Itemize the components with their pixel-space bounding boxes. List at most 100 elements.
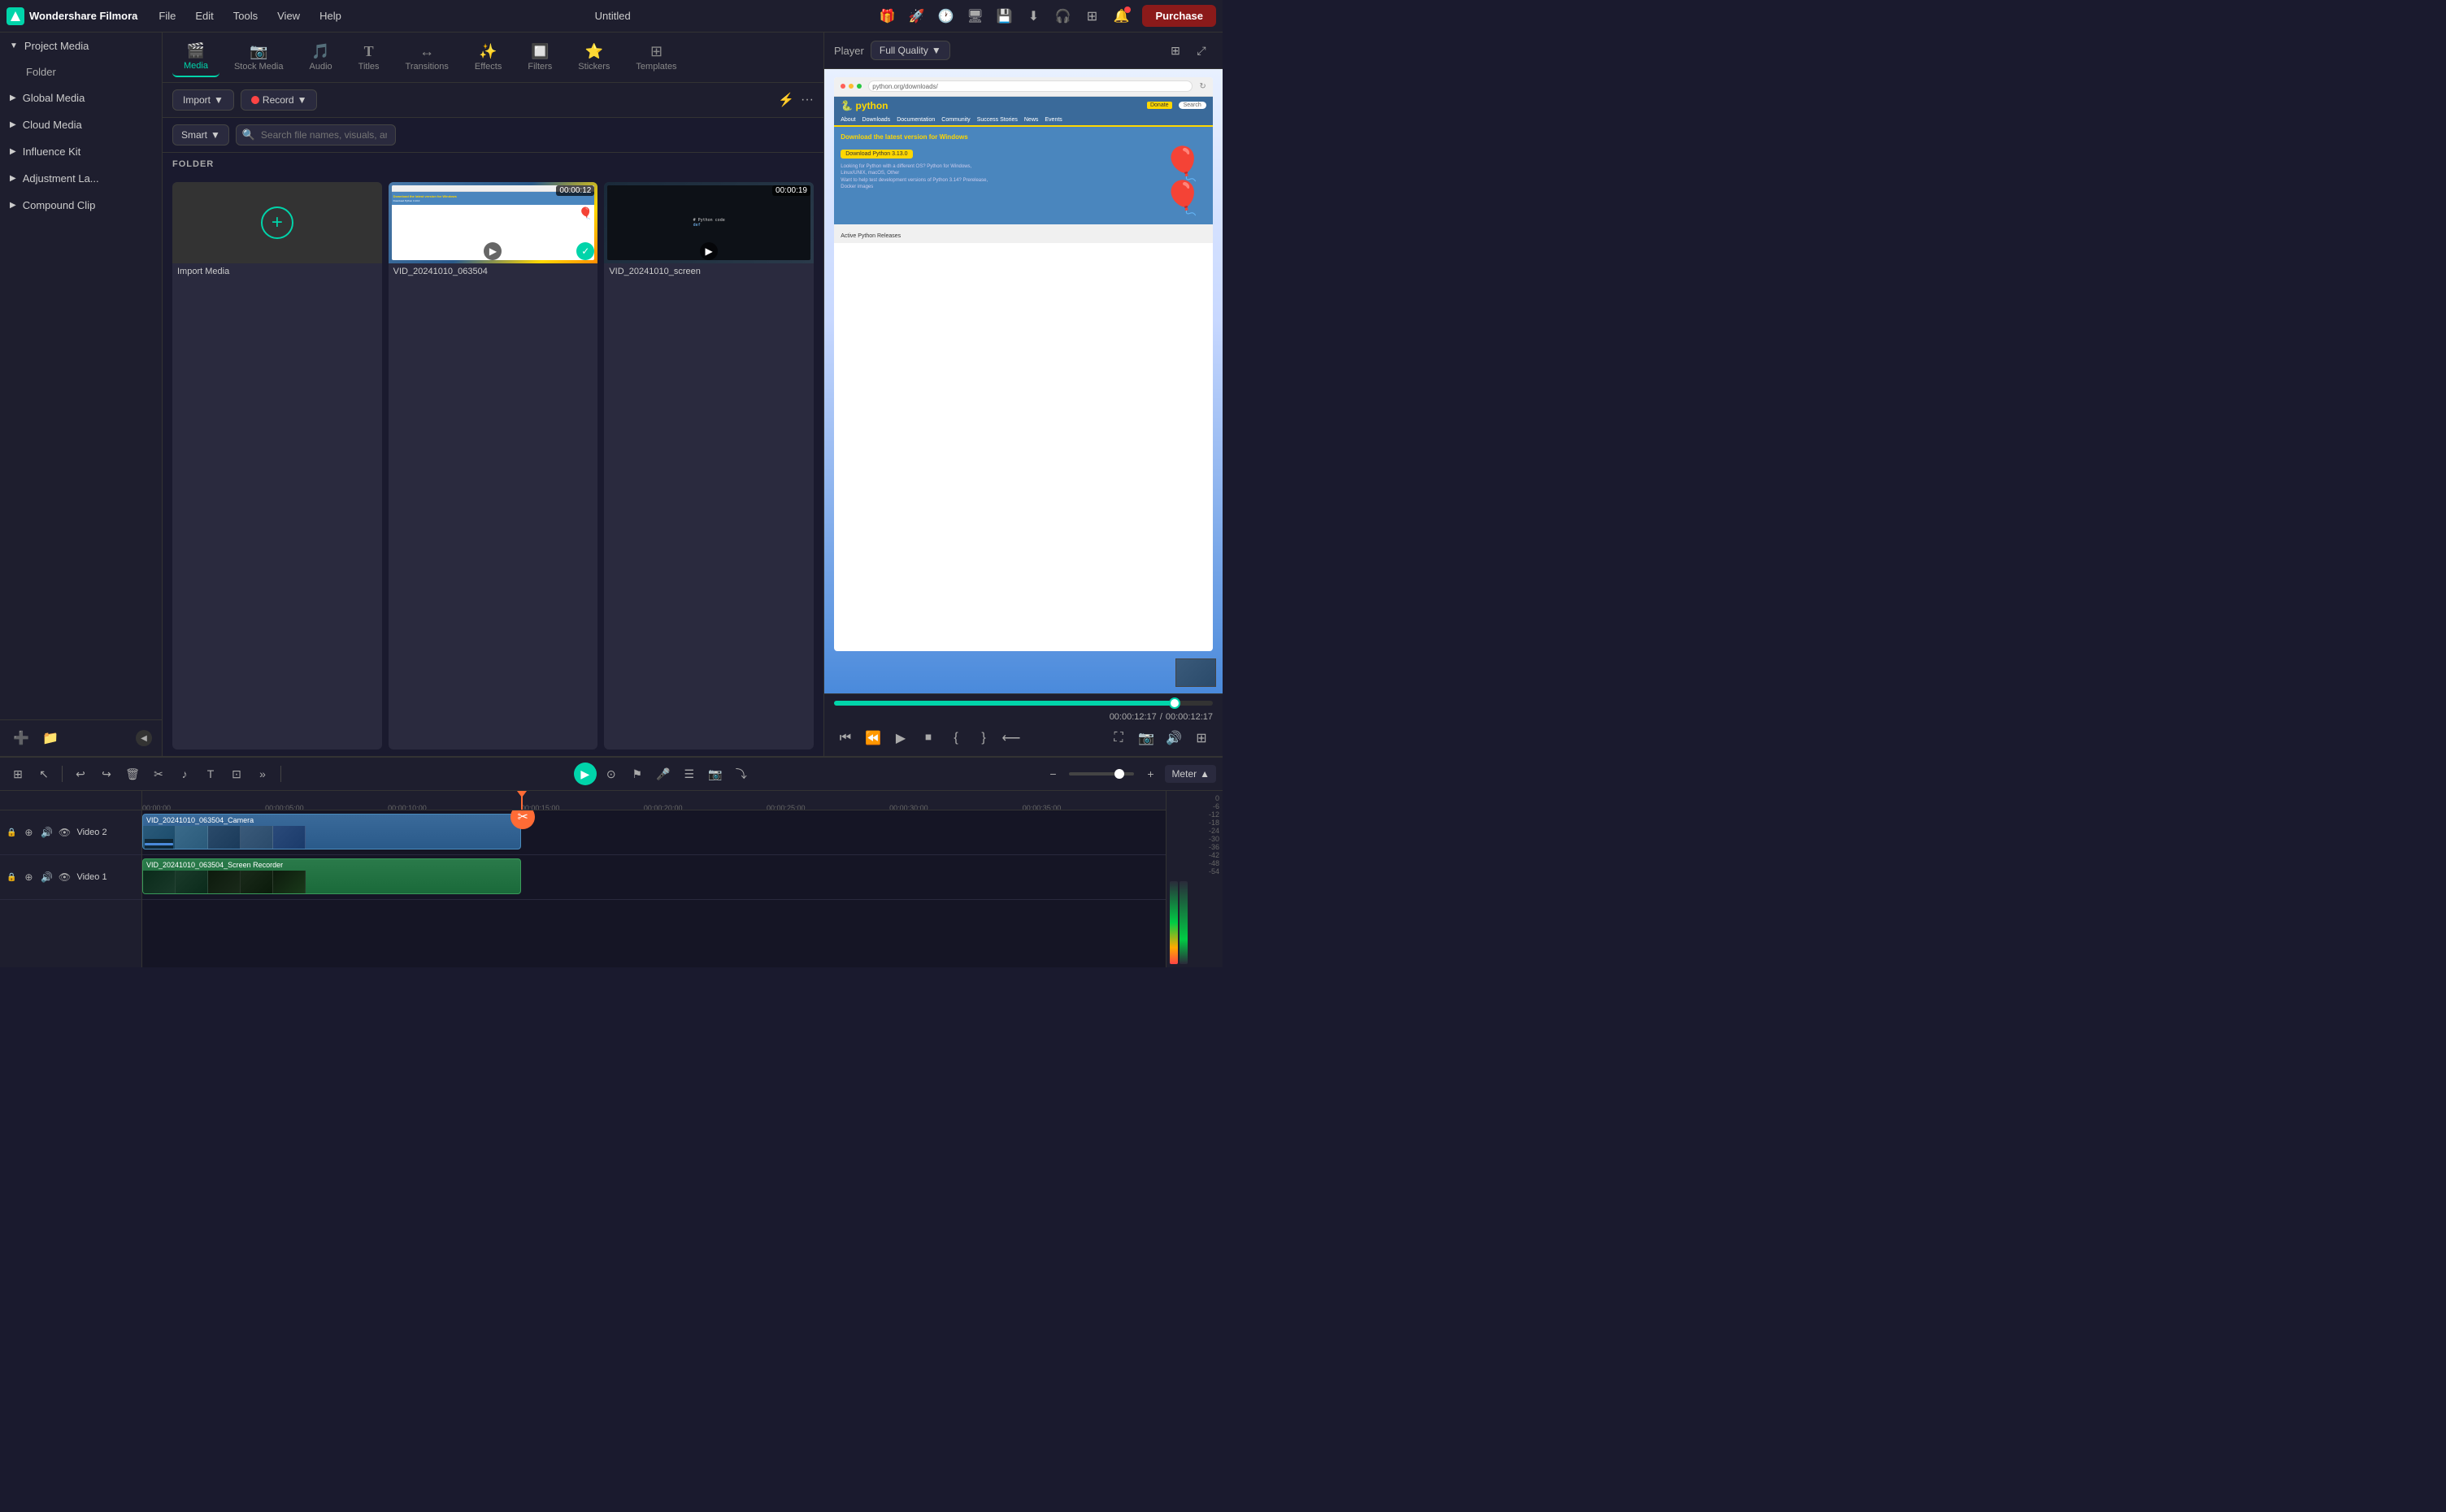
purchase-button[interactable]: Purchase (1142, 5, 1216, 27)
tl-cam-button[interactable]: 📷 (704, 763, 727, 785)
more-options-icon[interactable]: ··· (801, 93, 814, 107)
tl-insert-button[interactable]: ⤵ (730, 763, 753, 785)
tab-effects[interactable]: ✨ Effects (463, 38, 513, 76)
ruler-spacer (0, 791, 141, 810)
frame-back-button[interactable]: ⏪ (862, 727, 884, 749)
text-button[interactable]: T (199, 763, 222, 785)
smart-select[interactable]: Smart ▼ (172, 124, 229, 146)
left-sidebar: ▼ Project Media Folder ▶ Global Media ▶ … (0, 33, 163, 756)
add-media-button[interactable]: + (261, 206, 293, 239)
audio-button[interactable]: ♪ (173, 763, 196, 785)
volume-button[interactable]: 🔊 (1162, 727, 1185, 749)
tl-mic-button[interactable]: 🎤 (652, 763, 675, 785)
quality-select[interactable]: Full Quality ▼ (871, 41, 950, 60)
select-tool[interactable]: ↖ (33, 763, 55, 785)
tab-stickers[interactable]: ⭐ Stickers (567, 38, 621, 76)
tl-dots-button[interactable]: ⊙ (600, 763, 623, 785)
track2-add-icon[interactable]: ⊕ (21, 825, 36, 840)
zoom-in-button[interactable]: + (1139, 763, 1162, 785)
settings-button[interactable]: ⊞ (1190, 727, 1213, 749)
tab-titles[interactable]: T Titles (347, 38, 391, 76)
cut-button[interactable]: ✂ (147, 763, 170, 785)
more-button[interactable]: » (251, 763, 274, 785)
track-label-video1: 🔒 ⊕ 🔊 👁 Video 1 (0, 855, 141, 900)
track1-eye-icon[interactable]: 👁 (57, 870, 72, 884)
notification-icon[interactable]: 🔔 (1110, 5, 1132, 28)
sidebar-item-compound-clip[interactable]: ▶ Compound Clip (0, 192, 162, 219)
mark-in-button[interactable]: { (945, 727, 967, 749)
track1-volume-icon[interactable]: 🔊 (39, 870, 54, 884)
import-media-item[interactable]: + Import Media (172, 182, 382, 749)
folder-icon[interactable]: 📁 (39, 727, 62, 749)
tl-flag-button[interactable]: ⚑ (626, 763, 649, 785)
fullscreen-button[interactable]: ⛶ (1107, 727, 1130, 749)
sidebar-item-project-media[interactable]: ▼ Project Media (0, 33, 162, 59)
media-item-vid2[interactable]: # Python code def 00:00:19 ▶ VID_2024101… (604, 182, 814, 749)
track2-volume-icon[interactable]: 🔊 (39, 825, 54, 840)
sidebar-item-global-media[interactable]: ▶ Global Media (0, 85, 162, 111)
track-clip-screen[interactable]: VID_20241010_063504_Screen Recorder (142, 858, 521, 894)
grid-icon[interactable]: ⊞ (1080, 5, 1103, 28)
record-button[interactable]: Record ▼ (241, 89, 318, 111)
save-icon[interactable]: 💾 (993, 5, 1015, 28)
sidebar-item-folder[interactable]: Folder (0, 59, 162, 85)
import-button[interactable]: Import ▼ (172, 89, 234, 111)
tl-play-button[interactable]: ▶ (574, 763, 597, 785)
menu-help[interactable]: Help (311, 7, 350, 25)
expand-view-icon[interactable]: ⤢ (1190, 39, 1213, 62)
sidebar-item-influence-kit[interactable]: ▶ Influence Kit (0, 138, 162, 165)
track2-eye-icon[interactable]: 👁 (57, 825, 72, 840)
menu-tools[interactable]: Tools (225, 7, 266, 25)
scissors-badge[interactable]: ✂ (510, 810, 535, 829)
send-icon[interactable]: 🚀 (905, 5, 928, 28)
undo-button[interactable]: ↩ (69, 763, 92, 785)
tab-transitions[interactable]: ↔ Transitions (394, 38, 460, 76)
arrow-icon: ▶ (10, 201, 16, 210)
python-preview: python.org/downloads/ ↻ 🐍 python Donate … (824, 69, 1223, 693)
grid-view-icon[interactable]: ⊞ (1164, 39, 1187, 62)
crop-button[interactable]: ⊡ (225, 763, 248, 785)
track1-add-icon[interactable]: ⊕ (21, 870, 36, 884)
track-clip-camera[interactable]: VID_20241010_063504_Camera (142, 814, 521, 849)
tab-media[interactable]: 🎬 Media (172, 37, 219, 77)
snapshot-button[interactable]: 📷 (1135, 727, 1158, 749)
menu-edit[interactable]: Edit (187, 7, 221, 25)
media-item-vid1[interactable]: Download the latest version for Windows … (389, 182, 598, 749)
add-folder-icon[interactable]: ➕ (10, 727, 33, 749)
vid1-thumb: Download the latest version for Windows … (389, 182, 598, 263)
tab-filters[interactable]: 🔲 Filters (516, 38, 563, 76)
meter-button[interactable]: Meter ▲ (1165, 765, 1216, 783)
monitor-icon[interactable]: 🖥 (963, 5, 986, 28)
mark-out-button[interactable]: } (972, 727, 995, 749)
progress-bar[interactable] (834, 701, 1213, 706)
zoom-slider[interactable] (1069, 772, 1134, 776)
trim-button[interactable]: ⟵ (1000, 727, 1023, 749)
vid1-play-icon[interactable]: ▶ (484, 242, 502, 260)
filter-icon[interactable]: ⚡ (778, 92, 794, 108)
stop-button[interactable]: ⏹ (917, 727, 940, 749)
redo-button[interactable]: ↪ (95, 763, 118, 785)
add-track-button[interactable]: ⊞ (7, 763, 29, 785)
search-input[interactable] (236, 124, 396, 146)
zoom-out-button[interactable]: − (1041, 763, 1064, 785)
skip-back-button[interactable]: ⏮ (834, 727, 857, 749)
play-button[interactable]: ▶ (889, 727, 912, 749)
clock-icon[interactable]: 🕐 (934, 5, 957, 28)
tab-templates[interactable]: ⊞ Templates (624, 38, 688, 76)
download-icon[interactable]: ⬇ (1022, 5, 1045, 28)
folder-section-label: FOLDER (163, 153, 823, 176)
sidebar-item-adjustment[interactable]: ▶ Adjustment La... (0, 165, 162, 192)
headphones-icon[interactable]: 🎧 (1051, 5, 1074, 28)
playhead[interactable] (521, 791, 523, 810)
gift-icon[interactable]: 🎁 (875, 5, 898, 28)
tab-audio[interactable]: 🎵 Audio (298, 38, 344, 76)
delete-button[interactable]: 🗑 (121, 763, 144, 785)
sidebar-item-cloud-media[interactable]: ▶ Cloud Media (0, 111, 162, 138)
tab-stock-media[interactable]: 📷 Stock Media (223, 38, 295, 76)
middle-panel: 🎬 Media 📷 Stock Media 🎵 Audio T Titles ↔… (163, 33, 824, 756)
collapse-sidebar-button[interactable]: ◀ (136, 730, 152, 746)
menu-file[interactable]: File (150, 7, 184, 25)
menu-view[interactable]: View (269, 7, 308, 25)
vid2-play-icon[interactable]: ▶ (700, 242, 718, 260)
tl-list-button[interactable]: ☰ (678, 763, 701, 785)
